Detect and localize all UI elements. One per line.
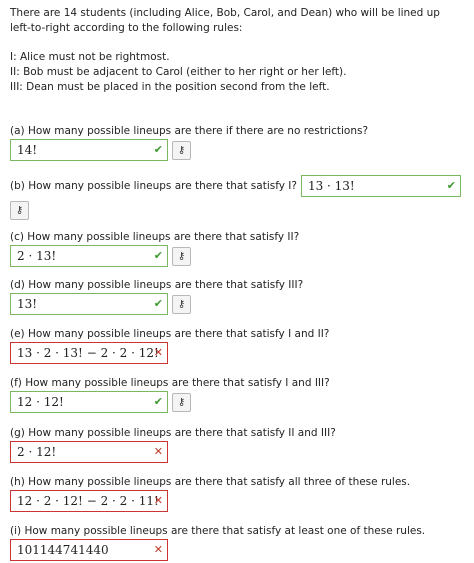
answer-c-field[interactable]: 2 · 13! ✔ [10, 245, 168, 267]
check-icon: ✔ [446, 179, 456, 192]
answer-h-value: 12 · 2 · 12! − 2 · 2 · 11! [17, 494, 159, 508]
question-b: (b) How many possible lineups are there … [10, 175, 461, 220]
answer-d-value: 13! [17, 297, 38, 311]
answer-g-field[interactable]: 2 · 12! ✕ [10, 441, 168, 463]
key-icon[interactable]: ⚷ [172, 294, 191, 314]
check-icon: ✔ [153, 395, 163, 408]
key-icon[interactable]: ⚷ [172, 140, 191, 160]
question-b-text: (b) How many possible lineups are there … [10, 180, 297, 192]
answer-e-value: 13 · 2 · 13! − 2 · 2 · 12! [17, 346, 159, 360]
rule-2: II: Bob must be adjacent to Carol (eithe… [10, 66, 347, 78]
check-icon: ✔ [153, 297, 163, 310]
answer-i-field[interactable]: 101144741440 ✕ [10, 539, 168, 561]
question-i: (i) How many possible lineups are there … [10, 524, 425, 561]
check-icon: ✔ [153, 143, 163, 156]
question-e: (e) How many possible lineups are there … [10, 327, 329, 364]
question-c: (c) How many possible lineups are there … [10, 230, 299, 267]
intro-line-1: There are 14 students (including Alice, … [10, 7, 440, 19]
question-d-text: (d) How many possible lineups are there … [10, 279, 304, 291]
answer-f-value: 12 · 12! [17, 395, 64, 409]
question-h-text: (h) How many possible lineups are there … [10, 476, 411, 488]
answer-g-value: 2 · 12! [17, 445, 57, 459]
x-icon: ✕ [153, 445, 163, 458]
answer-d-field[interactable]: 13! ✔ [10, 293, 168, 315]
intro-line-2: left-to-right according to the following… [10, 22, 243, 34]
question-a: (a) How many possible lineups are there … [10, 124, 368, 161]
answer-f-field[interactable]: 12 · 12! ✔ [10, 391, 168, 413]
question-c-text: (c) How many possible lineups are there … [10, 231, 300, 243]
key-icon[interactable]: ⚷ [172, 392, 191, 412]
key-icon[interactable]: ⚷ [172, 246, 191, 266]
question-f-text: (f) How many possible lineups are there … [10, 377, 330, 389]
problem-statement: There are 14 students (including Alice, … [10, 6, 462, 95]
answer-h-field[interactable]: 12 · 2 · 12! − 2 · 2 · 11! ✕ [10, 490, 168, 512]
question-e-text: (e) How many possible lineups are there … [10, 328, 330, 340]
answer-a-value: 14! [17, 143, 38, 157]
answer-c-value: 2 · 13! [17, 249, 57, 263]
answer-a-field[interactable]: 14! ✔ [10, 139, 168, 161]
question-f: (f) How many possible lineups are there … [10, 376, 330, 413]
key-icon[interactable]: ⚷ [10, 201, 29, 220]
rule-1: I: Alice must not be rightmost. [10, 51, 170, 63]
x-icon: ✕ [153, 494, 163, 507]
check-icon: ✔ [153, 249, 163, 262]
answer-b-field[interactable]: 13 · 13! ✔ [300, 175, 461, 197]
question-h: (h) How many possible lineups are there … [10, 475, 410, 512]
x-icon: ✕ [153, 346, 163, 359]
question-g: (g) How many possible lineups are there … [10, 426, 336, 463]
question-d: (d) How many possible lineups are there … [10, 278, 303, 315]
question-i-text: (i) How many possible lineups are there … [10, 525, 426, 537]
x-icon: ✕ [153, 543, 163, 556]
question-a-text: (a) How many possible lineups are there … [10, 125, 369, 137]
rule-3: III: Dean must be placed in the position… [10, 81, 330, 93]
question-g-text: (g) How many possible lineups are there … [10, 427, 336, 439]
answer-i-value: 101144741440 [17, 543, 109, 557]
answer-b-value: 13 · 13! [307, 179, 355, 193]
answer-e-field[interactable]: 13 · 2 · 13! − 2 · 2 · 12! ✕ [10, 342, 168, 364]
